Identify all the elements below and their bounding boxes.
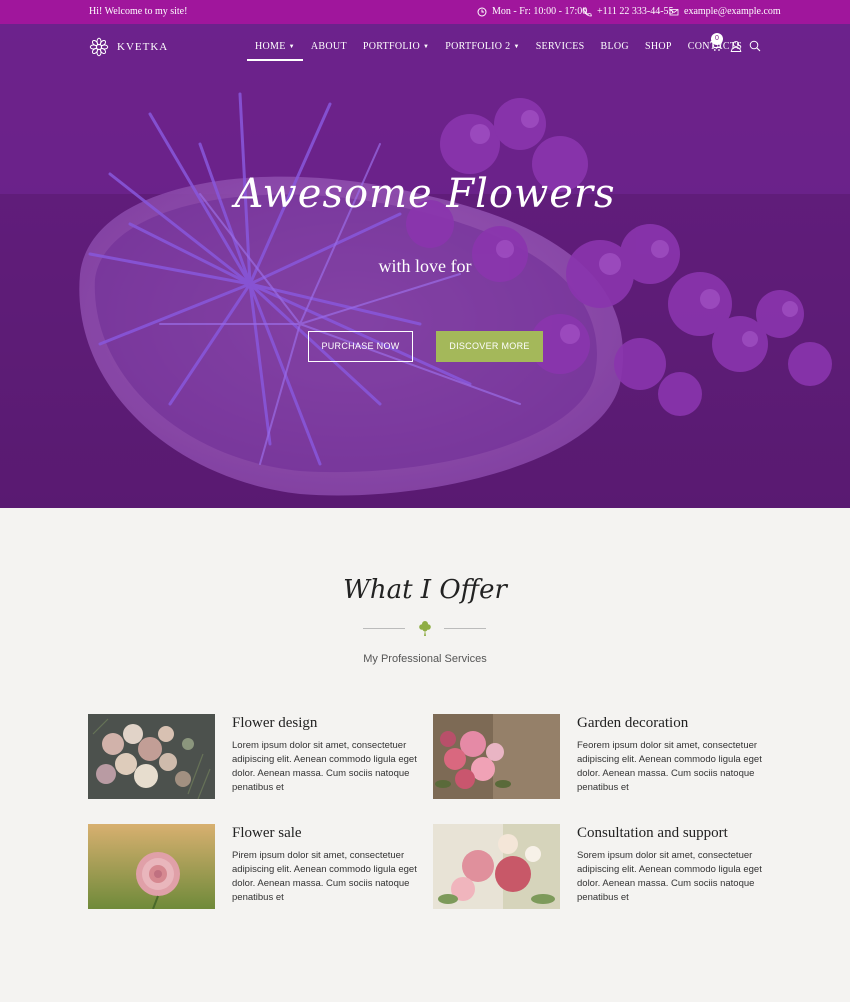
account-button[interactable] bbox=[730, 40, 742, 52]
service-card[interactable]: Consultation and support Sorem ipsum dol… bbox=[433, 824, 763, 914]
service-card[interactable]: Flower design Lorem ipsum dolor sit amet… bbox=[88, 714, 418, 804]
flower-logo-icon bbox=[89, 37, 109, 57]
hero-subtitle: with love for bbox=[378, 256, 472, 276]
service-title: Garden decoration bbox=[577, 715, 689, 731]
hero-title: Awesome Flowers bbox=[234, 171, 616, 217]
clock-icon bbox=[477, 7, 487, 16]
envelope-icon bbox=[669, 8, 679, 15]
nav-item-home[interactable]: HOME ▼ bbox=[247, 41, 303, 61]
search-icon bbox=[749, 40, 761, 52]
caret-down-icon: ▼ bbox=[422, 44, 430, 50]
nav-label: HOME bbox=[255, 41, 286, 52]
service-description: Lorem ipsum dolor sit amet, consectetuer… bbox=[232, 740, 417, 793]
caret-down-icon: ▼ bbox=[513, 44, 520, 50]
nav-item-portfolio[interactable]: PORTFOLIO ▼ bbox=[355, 41, 437, 61]
hours-text: Mon - Fr: 10:00 - 17:00 bbox=[492, 6, 588, 17]
phone-text: +111 22 333-44-55 bbox=[597, 6, 674, 17]
top-info-bar: Hi! Welcome to my site! Mon - Fr: 10:00 … bbox=[0, 0, 850, 24]
service-description: Feorem ipsum dolor sit amet, consectetue… bbox=[577, 740, 762, 793]
nav-label: SERVICES bbox=[535, 41, 585, 52]
service-image bbox=[88, 824, 215, 909]
main-nav: HOME ▼ ABOUT PORTFOLIO ▼ PORTFOLIO 2 ▼ SERV… bbox=[247, 41, 750, 61]
phone-info[interactable]: +111 22 333-44-55 bbox=[582, 6, 674, 17]
welcome-text: Hi! Welcome to my site! bbox=[89, 6, 188, 17]
service-title: Flower design bbox=[232, 715, 318, 731]
cart-count-badge: 0 bbox=[711, 33, 723, 45]
hours-info: Mon - Fr: 10:00 - 17:00 bbox=[477, 6, 587, 17]
service-card[interactable]: Garden decoration Feorem ipsum dolor sit… bbox=[433, 714, 763, 804]
nav-item-blog[interactable]: BLOG bbox=[593, 41, 637, 61]
divider-line bbox=[444, 628, 486, 629]
hero-banner: KVETKA HOME ▼ ABOUT PORTFOLIO ▼ PORTFOLIO … bbox=[0, 24, 850, 508]
nav-label: PORTFOLIO bbox=[362, 41, 420, 52]
discover-more-button[interactable]: DISCOVER MORE bbox=[436, 331, 543, 362]
phone-icon bbox=[583, 7, 592, 16]
email-info[interactable]: example@example.com bbox=[669, 6, 781, 17]
divider-line bbox=[363, 628, 405, 629]
search-button[interactable] bbox=[749, 40, 761, 52]
email-text: example@example.com bbox=[684, 6, 781, 17]
caret-down-icon: ▼ bbox=[288, 44, 295, 50]
brand-name: KVETKA bbox=[117, 41, 169, 53]
section-subtitle: My Professional Services bbox=[363, 653, 487, 665]
section-title: What I Offer bbox=[343, 575, 507, 605]
brand-logo[interactable]: KVETKA bbox=[89, 37, 168, 57]
nav-item-shop[interactable]: SHOP bbox=[637, 41, 680, 61]
nav-label: ABOUT bbox=[310, 41, 347, 52]
service-image bbox=[433, 714, 560, 799]
service-image bbox=[88, 714, 215, 799]
flower-ornament-icon bbox=[419, 621, 431, 636]
nav-label: BLOG bbox=[600, 41, 629, 52]
user-icon bbox=[730, 40, 742, 52]
service-image bbox=[433, 824, 560, 909]
nav-label: SHOP bbox=[644, 41, 672, 52]
service-description: Pirem ipsum dolor sit amet, consectetuer… bbox=[232, 850, 417, 903]
service-description: Sorem ipsum dolor sit amet, consectetuer… bbox=[577, 850, 762, 903]
nav-item-about[interactable]: ABOUT bbox=[303, 41, 355, 61]
nav-item-services[interactable]: SERVICES bbox=[528, 41, 593, 61]
purchase-now-button[interactable]: PURCHASE NOW bbox=[308, 331, 413, 362]
service-title: Consultation and support bbox=[577, 825, 728, 841]
nav-label: PORTFOLIO 2 bbox=[445, 41, 511, 52]
service-title: Flower sale bbox=[232, 825, 302, 841]
nav-item-portfolio-2[interactable]: PORTFOLIO 2 ▼ bbox=[437, 41, 527, 61]
service-card[interactable]: Flower sale Pirem ipsum dolor sit amet, … bbox=[88, 824, 418, 914]
